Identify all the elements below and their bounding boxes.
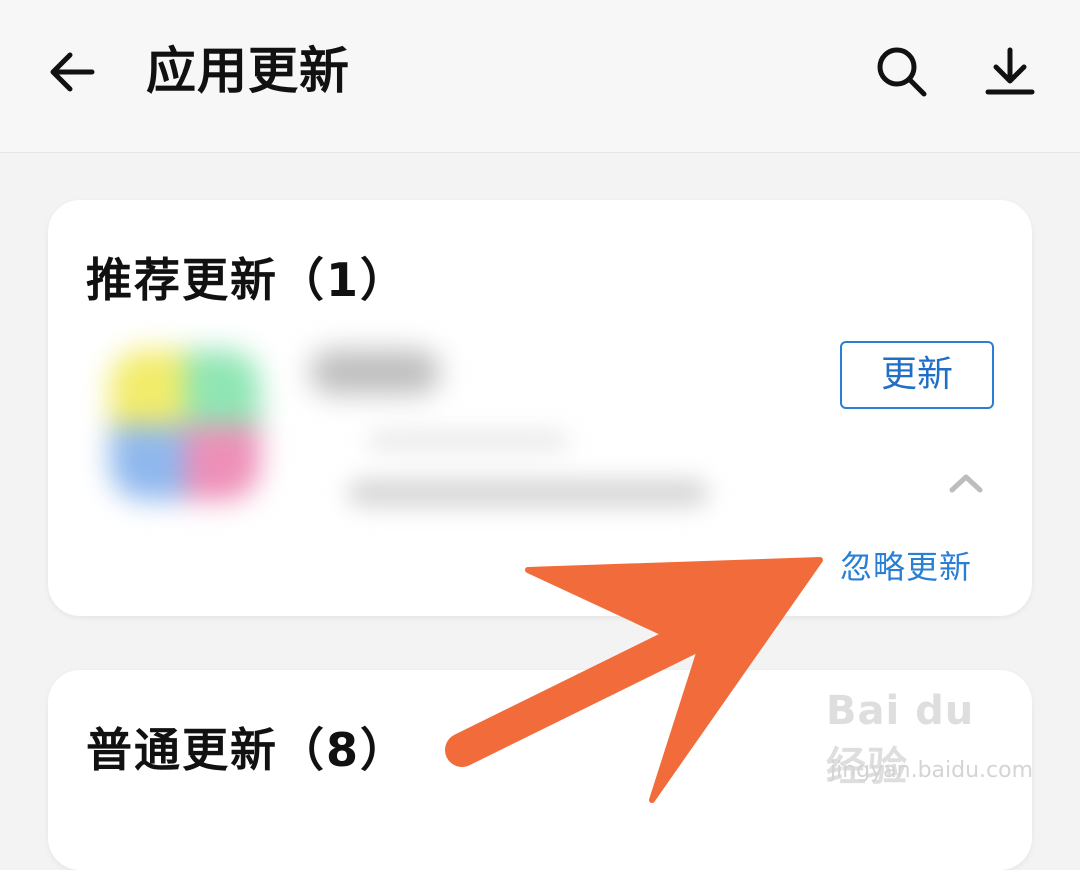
recommended-updates-card: 推荐更新（1） 更新 忽略更新 bbox=[48, 200, 1032, 616]
section-title-normal: 普通更新（8） bbox=[86, 723, 409, 777]
download-icon bbox=[985, 47, 1035, 95]
ignore-update-link[interactable]: 忽略更新 bbox=[840, 542, 972, 588]
normal-updates-card: 普通更新（8） bbox=[48, 670, 1032, 870]
arrow-left-icon bbox=[50, 52, 95, 92]
app-name bbox=[310, 350, 440, 394]
download-button[interactable] bbox=[980, 42, 1040, 102]
update-button[interactable]: 更新 bbox=[840, 341, 994, 409]
search-icon bbox=[877, 47, 927, 97]
app-description bbox=[348, 480, 708, 506]
app-bar: 应用更新 bbox=[0, 0, 1080, 153]
page-title: 应用更新 bbox=[146, 42, 350, 100]
back-button[interactable] bbox=[44, 44, 100, 100]
section-title-recommended: 推荐更新（1） bbox=[86, 253, 409, 307]
search-button[interactable] bbox=[872, 42, 932, 102]
chevron-up-icon bbox=[949, 474, 983, 493]
app-icon[interactable] bbox=[110, 350, 260, 500]
app-version-info bbox=[368, 432, 568, 450]
collapse-button[interactable] bbox=[946, 468, 986, 498]
